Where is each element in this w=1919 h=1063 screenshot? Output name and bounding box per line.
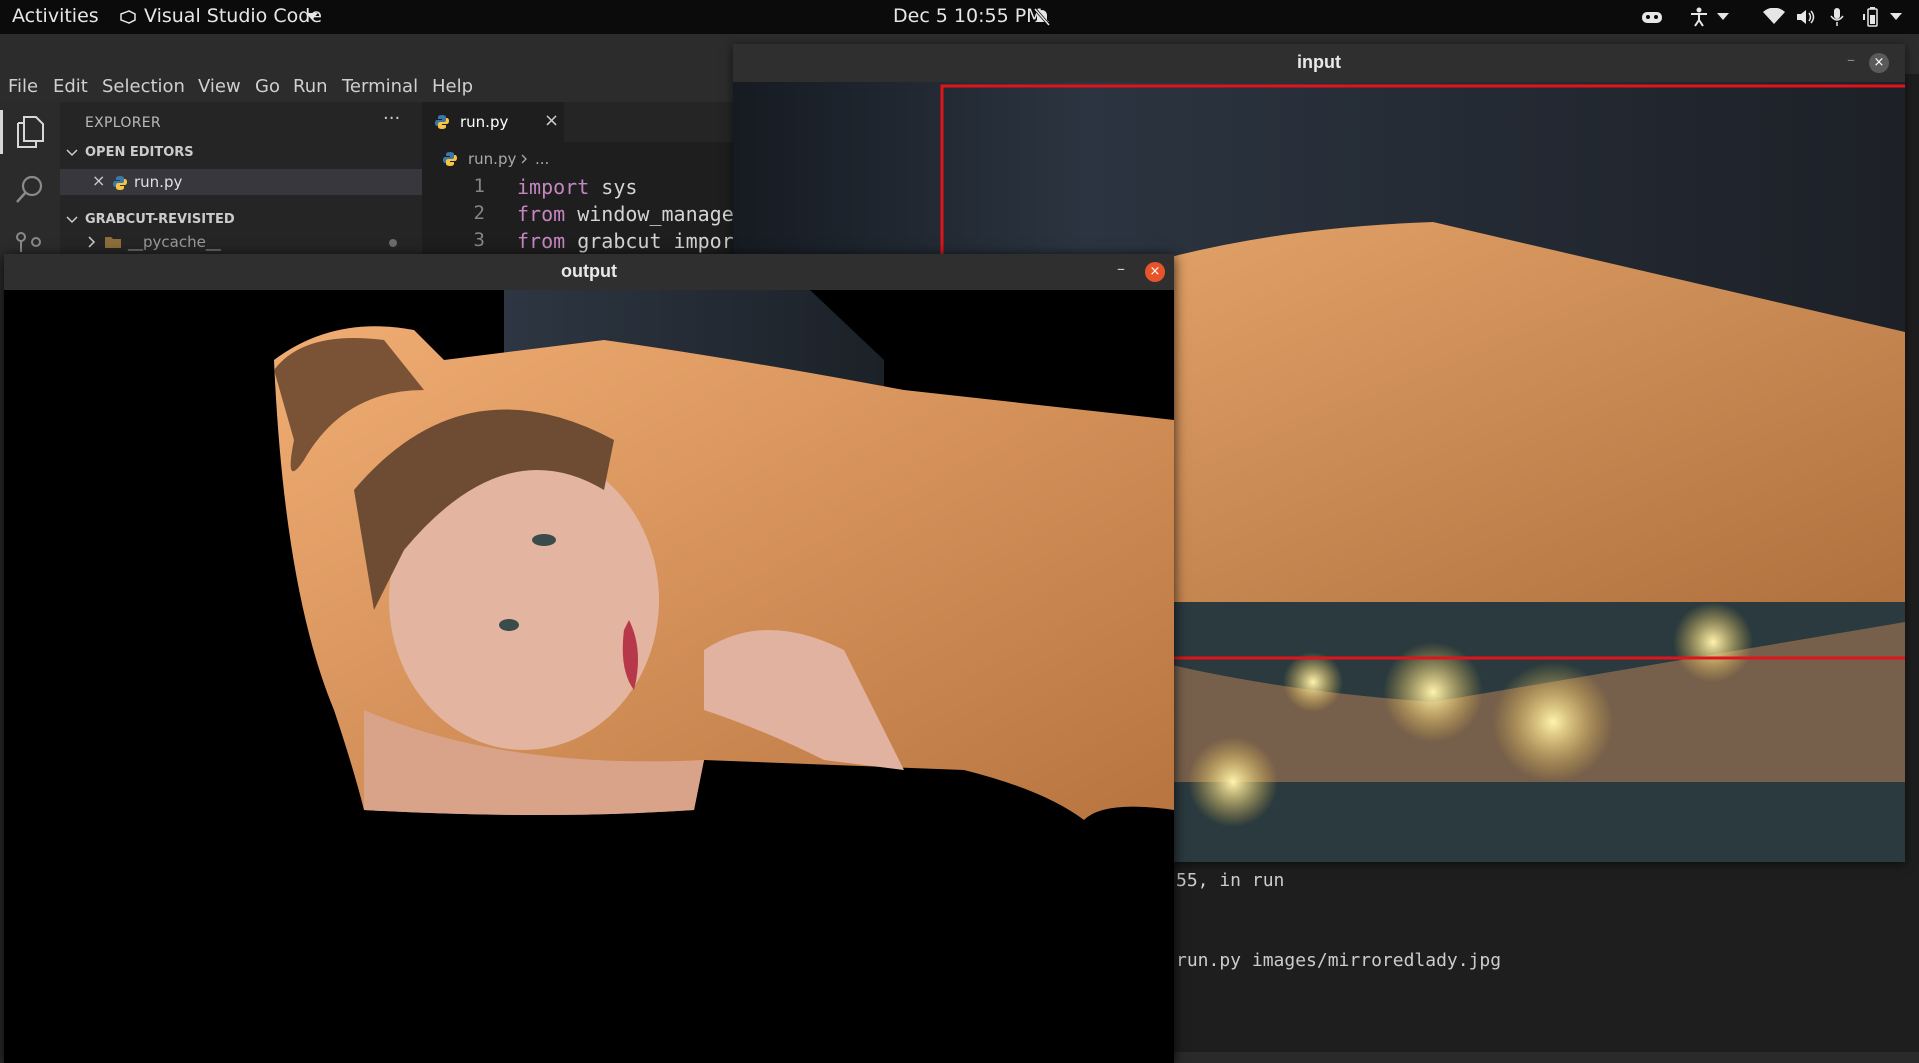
code-line-2[interactable]: from window_manage [517, 202, 734, 226]
project-header[interactable]: GRABCUT-REVISITED [85, 212, 235, 227]
app-menu-label[interactable]: Visual Studio Code [144, 5, 322, 27]
code-keyword: import [517, 175, 590, 199]
close-button[interactable]: × [1869, 53, 1889, 73]
accessibility-icon[interactable] [1690, 7, 1708, 27]
menu-selection[interactable]: Selection [102, 76, 185, 97]
window-title: output [561, 261, 617, 281]
menu-edit[interactable]: Edit [53, 76, 88, 97]
menu-terminal[interactable]: Terminal [342, 76, 418, 97]
python-file-icon [113, 176, 127, 190]
chevron-down-icon [1717, 13, 1729, 20]
search-icon[interactable] [15, 174, 45, 204]
terminal-line: 55, in run [1176, 870, 1285, 891]
code-line-1[interactable]: import sys [517, 175, 637, 199]
breadcrumb-file[interactable]: run.py [468, 150, 516, 168]
line-number: 1 [473, 175, 485, 197]
breadcrumb-more[interactable]: ... [535, 150, 549, 168]
close-button[interactable]: × [1145, 262, 1165, 282]
minimize-button[interactable]: – [1847, 50, 1855, 69]
code-keyword: from [517, 229, 566, 253]
code-text: sys [589, 175, 638, 199]
chevron-down-icon [306, 13, 318, 20]
system-top-bar: Activities Visual Studio Code Dec 5 10:5… [0, 0, 1919, 34]
chevron-down-icon[interactable] [1890, 13, 1902, 21]
open-editor-item[interactable]: × run.py [60, 169, 422, 195]
explorer-more-button[interactable]: ··· [383, 108, 400, 129]
gamepad-icon [1642, 12, 1662, 23]
window-title: input [1297, 52, 1341, 72]
tab-run-py[interactable]: run.py × [422, 102, 564, 142]
python-file-icon [443, 152, 457, 166]
app-menu-icon [120, 10, 136, 24]
menu-go[interactable]: Go [255, 76, 280, 97]
close-icon[interactable]: × [92, 171, 105, 190]
chevron-right-icon [521, 154, 527, 164]
wifi-icon[interactable] [1763, 8, 1785, 25]
status-bar [1174, 1052, 1919, 1063]
folder-pycache[interactable]: __pycache__ [128, 233, 221, 251]
tab-label: run.py [460, 113, 509, 131]
explorer-title: EXPLORER [85, 115, 161, 131]
chevron-right-icon [88, 236, 96, 248]
code-text: window_manage [565, 202, 734, 226]
menu-bar: File Edit Selection View Go Run Terminal… [0, 74, 740, 102]
folder-icon [105, 237, 121, 248]
volume-icon[interactable] [1796, 8, 1816, 26]
activities-button[interactable]: Activities [12, 5, 99, 27]
output-window-titlebar[interactable]: output – × [4, 254, 1174, 290]
open-editor-filename: run.py [134, 173, 183, 191]
microphone-icon[interactable] [1830, 7, 1844, 27]
output-image[interactable] [4, 290, 1174, 1063]
notifications-off-icon [1034, 8, 1050, 26]
chevron-down-icon [66, 216, 78, 224]
minimize-button[interactable]: – [1117, 259, 1125, 278]
menu-view[interactable]: View [198, 76, 241, 97]
battery-icon[interactable] [1862, 6, 1882, 28]
menu-run[interactable]: Run [293, 76, 328, 97]
line-number: 3 [473, 229, 485, 251]
open-editors-header[interactable]: OPEN EDITORS [85, 145, 194, 160]
modified-dot [389, 239, 397, 247]
code-keyword: from [517, 202, 566, 226]
source-control-icon[interactable] [16, 232, 44, 252]
code-line-3[interactable]: from grabcut impor [517, 229, 734, 253]
photo-segmented-lady [274, 290, 1174, 820]
code-text: grabcut impor [565, 229, 734, 253]
close-icon[interactable]: × [544, 110, 559, 131]
python-file-icon [435, 115, 449, 129]
active-indicator [0, 110, 3, 154]
input-window-titlebar[interactable]: input – × [733, 44, 1905, 83]
terminal-line: run.py images/mirroredlady.jpg [1176, 950, 1502, 971]
chevron-down-icon [66, 149, 78, 157]
explorer-files-icon[interactable] [15, 116, 45, 148]
line-number: 2 [473, 202, 485, 224]
clock[interactable]: Dec 5 10:55 PM [893, 5, 1043, 27]
editor-tabs: run.py × [422, 102, 762, 142]
menu-help[interactable]: Help [432, 76, 473, 97]
menu-file[interactable]: File [8, 76, 38, 97]
